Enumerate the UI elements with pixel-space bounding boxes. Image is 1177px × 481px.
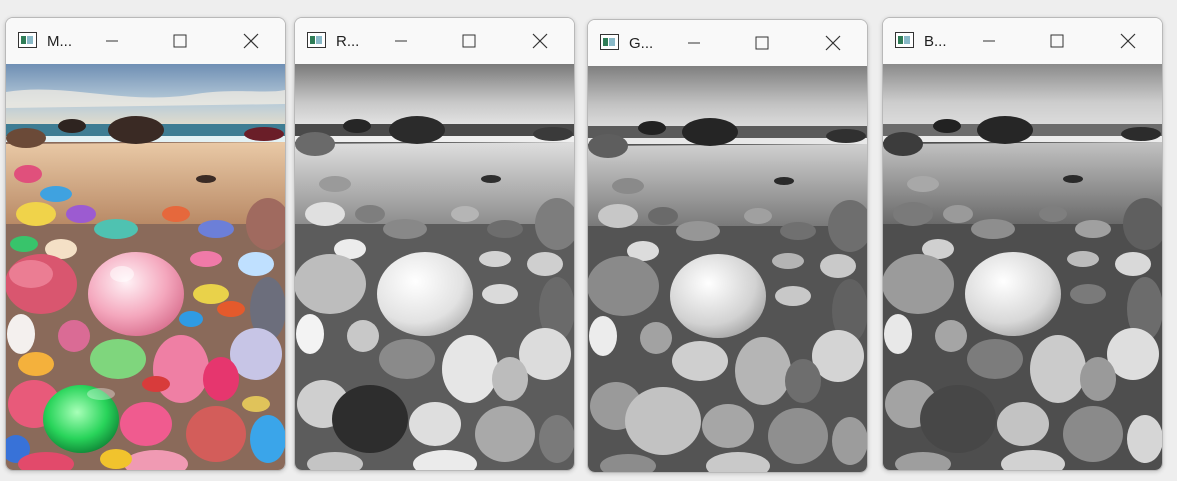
window-titlebar[interactable]: G... [588, 20, 867, 66]
beach-pebbles-grayscale-image [295, 64, 574, 470]
beach-pebbles-grayscale-image [588, 66, 867, 472]
beach-pebbles-image [6, 64, 285, 470]
image-window-original: M... [5, 17, 286, 471]
maximize-icon [755, 36, 769, 50]
app-icon [307, 32, 326, 48]
app-icon [895, 32, 914, 48]
window-titlebar[interactable]: R... [295, 18, 574, 64]
image-window-green-channel: G... [587, 19, 868, 473]
window-titlebar[interactable]: B... [883, 18, 1162, 64]
image-canvas [883, 64, 1162, 470]
beach-pebbles-grayscale-image [883, 64, 1162, 470]
close-button[interactable] [816, 29, 850, 57]
maximize-button[interactable] [1040, 27, 1074, 55]
close-icon [1120, 33, 1136, 49]
minimize-button[interactable] [677, 29, 711, 57]
minimize-icon [983, 40, 995, 42]
maximize-button[interactable] [745, 29, 779, 57]
close-button[interactable] [1111, 27, 1145, 55]
maximize-icon [173, 34, 187, 48]
close-icon [243, 33, 259, 49]
close-button[interactable] [234, 27, 268, 55]
maximize-icon [1050, 34, 1064, 48]
maximize-button[interactable] [163, 27, 197, 55]
image-canvas [295, 64, 574, 470]
maximize-icon [462, 34, 476, 48]
window-title: G... [629, 35, 654, 52]
close-icon [825, 35, 841, 51]
image-window-blue-channel: B... [882, 17, 1163, 471]
app-icon [600, 34, 619, 50]
maximize-button[interactable] [452, 27, 486, 55]
minimize-icon [106, 40, 118, 42]
image-window-red-channel: R... [294, 17, 575, 471]
image-canvas [588, 66, 867, 472]
window-title: M... [47, 33, 72, 50]
window-title: B... [924, 33, 947, 50]
minimize-button[interactable] [972, 27, 1006, 55]
close-icon [532, 33, 548, 49]
minimize-icon [395, 40, 407, 42]
image-canvas [6, 64, 285, 470]
minimize-button[interactable] [95, 27, 129, 55]
window-titlebar[interactable]: M... [6, 18, 285, 64]
window-title: R... [336, 33, 360, 50]
minimize-icon [688, 42, 700, 44]
minimize-button[interactable] [384, 27, 418, 55]
app-icon [18, 32, 37, 48]
close-button[interactable] [523, 27, 557, 55]
